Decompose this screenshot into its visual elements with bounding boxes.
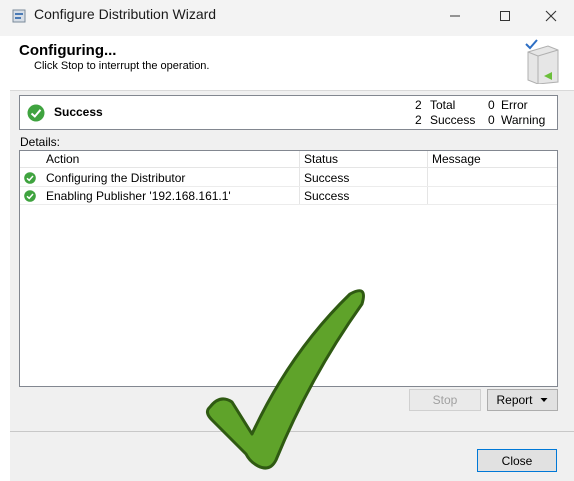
title-bar: Configure Distribution Wizard [0,0,574,36]
summary-status: Success [54,105,103,119]
maximize-icon [500,11,510,21]
close-button[interactable]: Close [477,449,557,472]
close-window-button[interactable] [528,0,574,32]
column-header-action[interactable]: Action [46,152,79,166]
success-count: 2 [415,113,422,127]
count-labels-left: Total Success [430,98,475,128]
close-icon [545,10,557,22]
dropdown-arrow-icon [540,398,548,402]
success-icon [27,104,45,122]
total-count: 2 [415,98,422,112]
count-values-right: 0 0 [488,98,495,128]
large-checkmark-icon [205,289,365,470]
count-values-left: 2 2 [415,98,422,128]
minimize-icon [450,15,460,17]
summary-panel: Success 2 2 Total Success 0 0 Error Warn… [19,95,558,130]
column-header-status[interactable]: Status [304,152,338,166]
success-icon [24,172,36,184]
warning-count: 0 [488,113,495,127]
wizard-app-icon [12,9,26,23]
row-status: Success [304,171,350,185]
page-title: Configuring... [19,42,117,59]
count-labels-right: Error Warning [501,98,545,128]
row-action: Configuring the Distributor [46,171,186,185]
stop-button[interactable]: Stop [409,389,481,411]
page-subtitle: Click Stop to interrupt the operation. [34,60,210,72]
report-button-label: Report [496,393,533,407]
report-button[interactable]: Report [487,389,558,411]
warning-label: Warning [501,113,546,127]
maximize-button[interactable] [482,0,528,32]
total-label: Total [430,98,456,112]
success-label: Success [430,113,476,127]
column-header-message[interactable]: Message [432,152,481,166]
wizard-header: Configuring... Click Stop to interrupt t… [10,36,574,91]
window-title: Configure Distribution Wizard [34,6,217,22]
details-label: Details: [20,135,61,149]
table-header: Action Status Message [20,151,557,168]
table-row[interactable]: Enabling Publisher '192.168.161.1' Succe… [20,187,557,205]
error-count: 0 [488,98,495,112]
table-row[interactable]: Configuring the Distributor Success [20,169,557,187]
success-icon [24,190,36,202]
minimize-button[interactable] [432,0,478,32]
row-status: Success [304,189,350,203]
error-label: Error [501,98,528,112]
row-action: Enabling Publisher '192.168.161.1' [46,189,231,203]
server-distribution-icon [525,39,559,84]
